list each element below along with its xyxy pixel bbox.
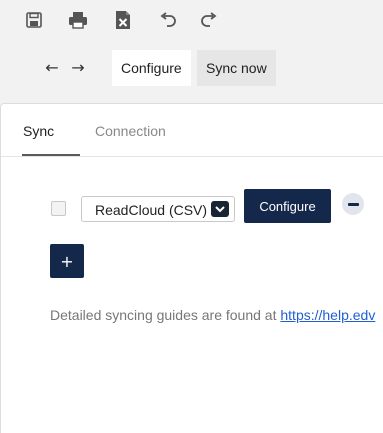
add-sync-button[interactable]: + [50,244,84,278]
tab-configure[interactable]: Configure [112,50,191,86]
subtab-active-indicator [22,154,80,156]
remove-row-button[interactable] [342,193,364,215]
guide-text: Detailed syncing guides are found at htt… [50,307,375,323]
save-icon[interactable] [22,8,46,32]
redo-icon[interactable] [197,8,221,32]
subtab-connection[interactable]: Connection [95,123,166,139]
sync-panel: Sync Connection ReadCloud (CSV) Configur… [0,103,383,433]
export-excel-icon[interactable] [111,8,135,32]
forward-arrow-icon[interactable]: → [68,58,88,78]
configure-button[interactable]: Configure [244,189,331,223]
guide-text-label: Detailed syncing guides are found at [50,307,281,323]
chevron-down-icon [211,201,229,217]
toolbar [0,0,383,42]
source-select-value: ReadCloud (CSV) [95,202,208,218]
tab-sync-now[interactable]: Sync now [197,50,276,86]
print-icon[interactable] [66,8,90,32]
source-select[interactable]: ReadCloud (CSV) [81,196,235,222]
undo-icon[interactable] [156,8,180,32]
help-link[interactable]: https://help.edv [280,307,375,323]
sync-row-checkbox[interactable] [51,201,66,216]
back-arrow-icon[interactable]: ← [42,58,62,78]
subtab-bar: Sync Connection [1,104,383,157]
tab-row: ← → Configure Sync now [0,50,383,86]
subtab-sync[interactable]: Sync [23,123,54,139]
minus-icon [347,202,359,206]
